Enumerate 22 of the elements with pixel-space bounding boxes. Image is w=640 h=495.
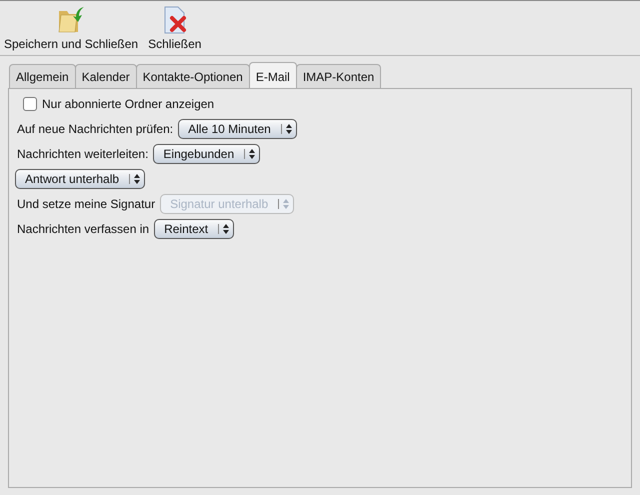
dropdown[interactable]: Alle 10 Minuten [178, 119, 297, 139]
tab[interactable]: IMAP-Konten [296, 64, 382, 88]
updown-arrow-icon [283, 199, 290, 209]
tab[interactable]: Kontakte-Optionen [136, 64, 250, 88]
dropdown[interactable]: Reintext [154, 219, 234, 239]
dropdown[interactable]: Antwort unterhalb [15, 169, 146, 189]
field-label: Nachrichten weiterleiten: [17, 146, 148, 163]
updown-arrow-icon [223, 224, 230, 234]
field-label: Nachrichten verfassen in [17, 221, 150, 238]
save-close-button[interactable]: Speichern und Schließen [4, 35, 138, 53]
tab[interactable]: Kalender [74, 64, 137, 88]
dropdown[interactable]: Eingebunden [153, 144, 260, 164]
updown-arrow-icon [249, 149, 256, 159]
field-label: Und setze meine Signatur [17, 196, 156, 213]
tab[interactable]: Allgemein [9, 64, 76, 88]
updown-arrow-icon [134, 174, 140, 184]
tab[interactable]: E-Mail [248, 62, 297, 88]
checkbox[interactable] [23, 97, 37, 111]
checkbox-label: Nur abonnierte Ordner anzeigen [42, 96, 214, 113]
updown-arrow-icon [286, 124, 292, 134]
field-label: Auf neue Nachrichten prüfen: [17, 121, 174, 138]
close-button[interactable]: Schließen [148, 35, 202, 53]
